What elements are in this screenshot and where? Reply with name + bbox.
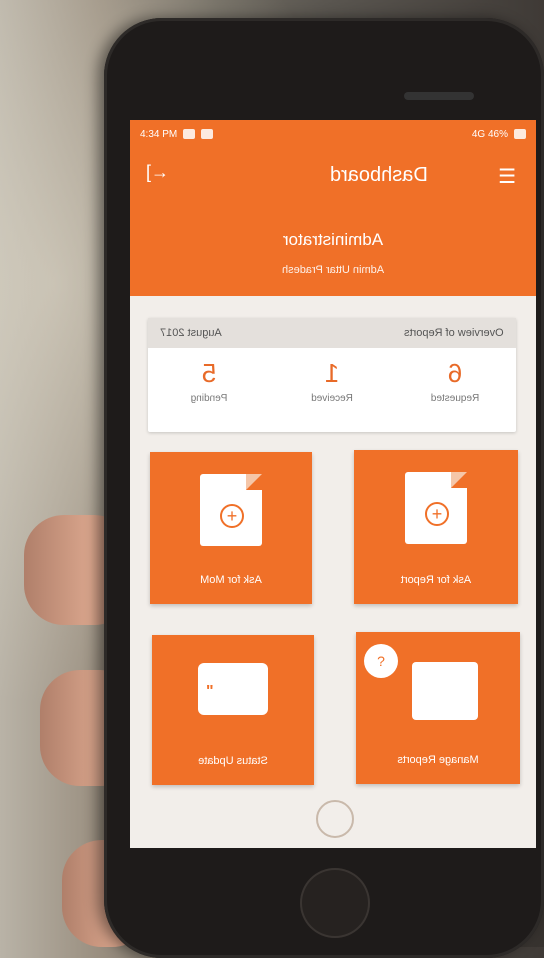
- signal-icon: [201, 129, 214, 139]
- tile-label: Manage Reports: [397, 754, 479, 766]
- stat-received[interactable]: 1 Received: [282, 358, 382, 404]
- status-bar: 4:34 PM 4G 46%: [130, 120, 536, 148]
- manage-reports-tile[interactable]: ? Manage Reports: [356, 632, 520, 784]
- inbox-tray-icon: [412, 662, 478, 720]
- tile-label: Ask for Report: [400, 574, 472, 586]
- overview-header: August 2017 Overview of Reports: [148, 318, 516, 348]
- document-add-icon: +: [405, 472, 467, 544]
- battery-icon: [514, 129, 526, 139]
- ask-report-tile[interactable]: + Ask for Report: [354, 450, 518, 604]
- status-time: 4:34 PM: [140, 128, 178, 140]
- profile-subtitle: Admin Uttar Pradesh: [281, 264, 385, 276]
- plus-icon: +: [425, 502, 449, 526]
- page-title: Dashboard: [330, 164, 428, 186]
- stat-requested[interactable]: 6 Requested: [405, 358, 505, 404]
- chat-bubble-icon: ": [198, 663, 268, 715]
- overview-card: August 2017 Overview of Reports 5 Pendin…: [148, 318, 516, 432]
- phone-speaker: [404, 92, 474, 100]
- document-add-icon: +: [200, 474, 262, 546]
- stats-row: 5 Pending 1 Received 6 Requested: [148, 348, 516, 404]
- status-update-tile[interactable]: " Status Update: [152, 635, 314, 785]
- stat-value: 5: [202, 358, 217, 388]
- notification-icon: [183, 129, 196, 139]
- emblem-logo: [316, 800, 354, 838]
- stat-value: 6: [447, 358, 462, 388]
- home-button[interactable]: [300, 868, 370, 938]
- phone-screen: 4:34 PM 4G 46% [→ Dashboard ☰ Administra…: [130, 120, 536, 848]
- overview-month: August 2017: [160, 327, 222, 339]
- profile-header: Administrator Admin Uttar Pradesh: [130, 204, 536, 296]
- stat-value: 1: [324, 358, 340, 388]
- plus-icon: +: [220, 504, 244, 528]
- status-indicators: 4G 46%: [471, 128, 508, 140]
- stat-label: Received: [311, 393, 353, 404]
- tile-label: Ask for MoM: [200, 574, 262, 586]
- help-badge-icon: ?: [364, 644, 398, 678]
- ask-mom-tile[interactable]: + Ask for MoM: [150, 452, 312, 604]
- stat-label: Requested: [430, 393, 479, 404]
- overview-heading: Overview of Reports: [404, 327, 504, 339]
- stat-pending[interactable]: 5 Pending: [159, 358, 259, 404]
- stat-label: Pending: [190, 393, 228, 404]
- hamburger-menu-icon[interactable]: ☰: [498, 164, 516, 189]
- tile-label: Status Update: [198, 755, 268, 767]
- profile-name: Administrator: [282, 230, 384, 249]
- logout-icon[interactable]: [→: [146, 162, 169, 183]
- app-bar: [→ Dashboard ☰: [130, 148, 536, 204]
